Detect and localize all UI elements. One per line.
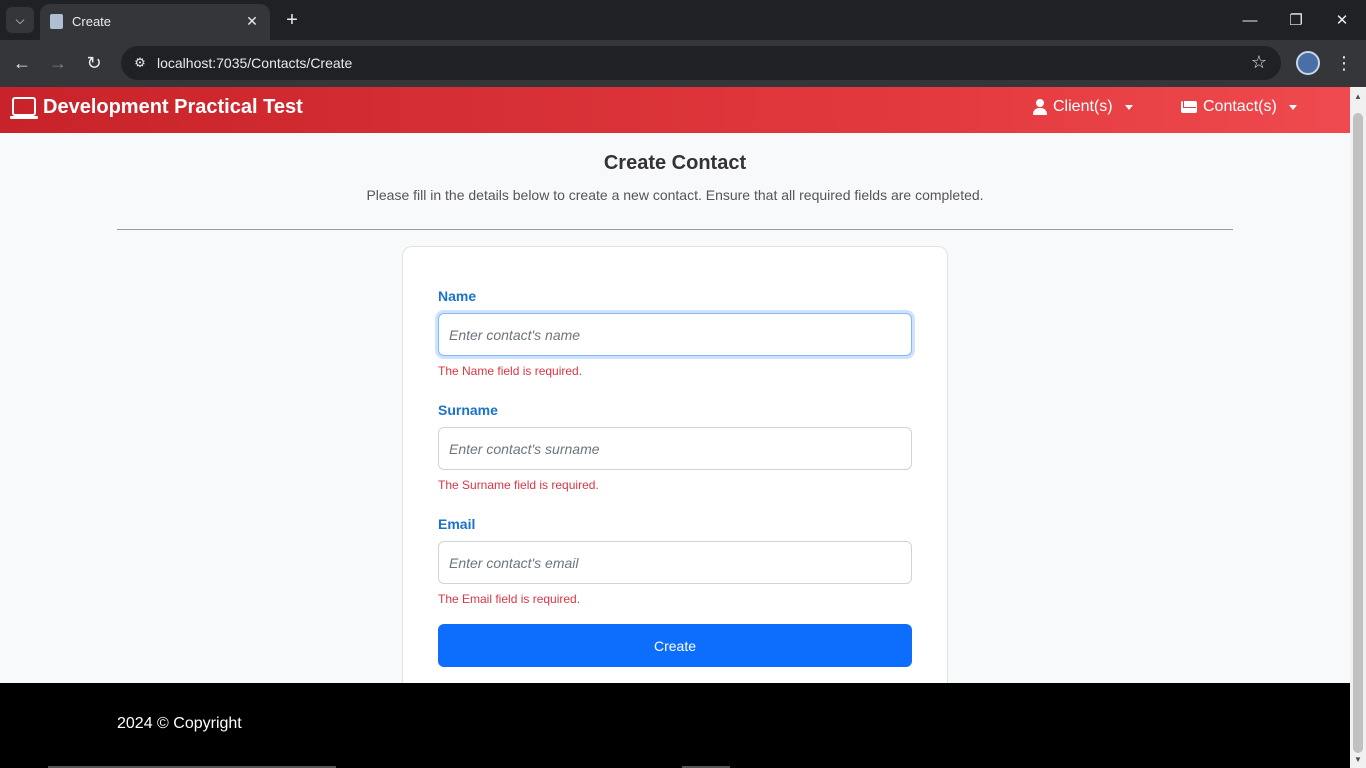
nav-clients-dropdown[interactable]: Client(s) xyxy=(1033,98,1133,116)
scrollbar-thumb[interactable] xyxy=(1353,113,1363,753)
forward-arrow-icon[interactable]: → xyxy=(43,48,73,78)
new-tab-plus-icon[interactable]: + xyxy=(280,8,304,32)
caret-down-icon xyxy=(1288,104,1297,110)
nav-contacts-dropdown[interactable]: Contact(s) xyxy=(1181,98,1297,116)
restore-icon[interactable]: ❐ xyxy=(1274,6,1318,34)
page-viewport: Development Practical Test Client(s) Con… xyxy=(0,87,1350,768)
name-input[interactable] xyxy=(438,313,912,356)
url-text[interactable]: localhost:7035/Contacts/Create xyxy=(157,55,352,71)
document-icon xyxy=(50,14,63,29)
nav-clients-label: Client(s) xyxy=(1053,98,1113,115)
surname-input[interactable] xyxy=(438,427,912,470)
caret-down-icon xyxy=(1124,104,1133,110)
browser-tab-bar: ⌵ Create ✕ + — ❐ ✕ xyxy=(0,0,1366,40)
envelope-icon xyxy=(1181,101,1197,113)
kebab-menu-icon[interactable]: ⋮ xyxy=(1334,50,1354,76)
tab-search-chevron-down-icon[interactable]: ⌵ xyxy=(6,7,34,33)
scroll-up-icon[interactable]: ▲ xyxy=(1353,90,1363,102)
create-contact-form: Name The Name field is required. Surname… xyxy=(402,246,948,706)
create-button[interactable]: Create xyxy=(438,624,912,667)
footer: 2024 © Copyright xyxy=(0,683,1350,768)
page-title: Create Contact xyxy=(603,152,747,174)
browser-tab[interactable]: Create ✕ xyxy=(40,4,270,40)
page-description: Please fill in the details below to crea… xyxy=(366,187,984,203)
window-close-icon[interactable]: ✕ xyxy=(1320,6,1364,34)
divider xyxy=(117,229,1233,230)
email-label: Email xyxy=(438,516,476,532)
nav-contacts-label: Contact(s) xyxy=(1203,98,1277,115)
email-error: The Email field is required. xyxy=(438,592,581,606)
app-navbar: Development Practical Test Client(s) Con… xyxy=(0,87,1350,133)
tab-title: Create xyxy=(72,14,112,29)
bookmark-star-icon[interactable]: ☆ xyxy=(1251,52,1267,73)
user-icon xyxy=(1033,99,1047,115)
site-info-tune-icon[interactable]: ⚙ xyxy=(131,54,149,72)
surname-label: Surname xyxy=(438,402,498,418)
address-bar[interactable]: ⚙ localhost:7035/Contacts/Create ☆ xyxy=(121,46,1281,80)
back-arrow-icon[interactable]: ← xyxy=(7,48,37,78)
footer-copyright: 2024 © Copyright xyxy=(117,715,242,732)
minimize-icon[interactable]: — xyxy=(1228,6,1272,34)
profile-avatar[interactable] xyxy=(1296,51,1320,75)
email-input[interactable] xyxy=(438,541,912,584)
laptop-code-icon xyxy=(10,97,38,119)
reload-icon[interactable]: ↻ xyxy=(79,48,109,78)
close-icon[interactable]: ✕ xyxy=(242,11,262,31)
surname-error: The Surname field is required. xyxy=(438,478,599,492)
browser-toolbar: ← → ↻ ⚙ localhost:7035/Contacts/Create ☆… xyxy=(0,40,1366,87)
scroll-down-icon[interactable]: ▼ xyxy=(1353,753,1363,765)
name-error: The Name field is required. xyxy=(438,364,583,378)
vertical-scrollbar[interactable]: ▲ ▼ xyxy=(1350,87,1366,768)
brand-title[interactable]: Development Practical Test xyxy=(43,96,303,119)
name-label: Name xyxy=(438,288,477,304)
